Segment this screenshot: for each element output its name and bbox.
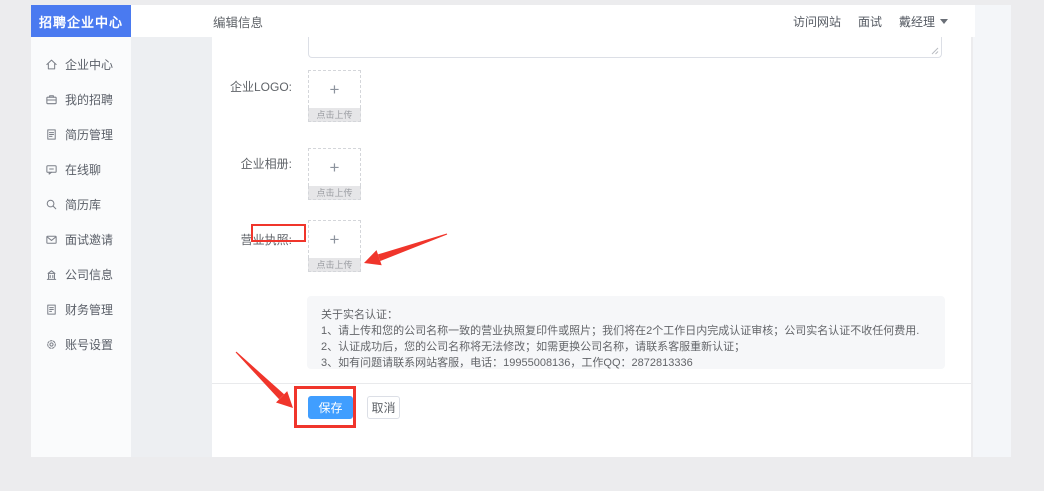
page: 招聘企业中心 编辑信息 访问网站 面试 戴经理 企业中心 我的招聘 简历管理 在…	[0, 0, 1044, 491]
search-icon	[45, 198, 58, 211]
home-icon	[45, 58, 58, 71]
finance-icon	[45, 303, 58, 316]
sidebar-item-label: 财务管理	[65, 301, 113, 318]
realname-notice: 关于实名认证： 1、请上传和您的公司名称一致的营业执照复印件或照片；我们将在2个…	[307, 296, 945, 369]
sidebar-item-label: 简历库	[65, 196, 101, 213]
notice-line-3: 3、如有问题请联系网站客服，电话：19955008136，工作QQ：287281…	[321, 355, 931, 371]
visit-site-link[interactable]: 访问网站	[793, 13, 841, 30]
upload-button-label: 点击上传	[308, 186, 361, 200]
briefcase-icon	[45, 93, 58, 106]
resume-icon	[45, 128, 58, 141]
plus-icon: +	[330, 231, 340, 248]
content-gap-column	[131, 37, 212, 457]
topbar-actions: 访问网站 面试 戴经理	[793, 5, 948, 37]
upload-dropzone: +	[308, 70, 361, 108]
sidebar-item-company-info[interactable]: 公司信息	[31, 264, 131, 284]
field-label-logo: 企业LOGO:	[210, 78, 292, 95]
upload-button-label: 点击上传	[308, 258, 361, 272]
upload-button-label: 点击上传	[308, 108, 361, 122]
sidebar-item-label: 在线聊	[65, 161, 101, 178]
interview-link[interactable]: 面试	[858, 13, 882, 30]
mail-icon	[45, 233, 58, 246]
sidebar-item-label: 面试邀请	[65, 231, 113, 248]
main-content: 企业LOGO: + 点击上传 企业相册: + 点击上传 营业执照: + 点击上传…	[212, 37, 971, 457]
plus-icon: +	[330, 159, 340, 176]
sidebar-item-label: 我的招聘	[65, 91, 113, 108]
right-background-strip	[973, 5, 1011, 457]
album-upload[interactable]: + 点击上传	[308, 148, 361, 200]
upload-dropzone: +	[308, 148, 361, 186]
logo-upload[interactable]: + 点击上传	[308, 70, 361, 122]
sidebar-item-label: 企业中心	[65, 56, 113, 73]
footer-divider	[212, 383, 971, 384]
chat-icon	[45, 163, 58, 176]
field-label-album: 企业相册:	[210, 155, 292, 172]
sidebar-item-label: 公司信息	[65, 266, 113, 283]
upload-dropzone: +	[308, 220, 361, 258]
sidebar-item-enterprise-center[interactable]: 企业中心	[31, 54, 131, 74]
sidebar-item-account-settings[interactable]: 账号设置	[31, 334, 131, 354]
sidebar-item-interview-invite[interactable]: 面试邀请	[31, 229, 131, 249]
description-textarea[interactable]	[308, 37, 942, 58]
sidebar-item-resume-library[interactable]: 简历库	[31, 194, 131, 214]
sidebar-item-label: 账号设置	[65, 336, 113, 353]
sidebar-item-label: 简历管理	[65, 126, 113, 143]
topbar: 招聘企业中心 编辑信息 访问网站 面试 戴经理	[31, 5, 975, 37]
sidebar-item-my-recruitment[interactable]: 我的招聘	[31, 89, 131, 109]
building-icon	[45, 268, 58, 281]
user-name: 戴经理	[899, 13, 935, 30]
notice-line-2: 2、认证成功后，您的公司名称将无法修改；如需更换公司名称，请联系客服重新认证；	[321, 339, 931, 355]
sidebar: 企业中心 我的招聘 简历管理 在线聊 简历库 面试邀请 公司信息 财务管理	[31, 37, 131, 457]
brand-logo: 招聘企业中心	[31, 5, 131, 37]
field-label-license: 营业执照:	[210, 231, 292, 248]
sidebar-item-resume-management[interactable]: 简历管理	[31, 124, 131, 144]
chevron-down-icon	[940, 19, 948, 24]
save-button[interactable]: 保存	[308, 396, 353, 419]
plus-icon: +	[330, 81, 340, 98]
page-title: 编辑信息	[213, 5, 263, 37]
license-upload[interactable]: + 点击上传	[308, 220, 361, 272]
gear-icon	[45, 338, 58, 351]
cancel-button[interactable]: 取消	[367, 396, 400, 419]
sidebar-item-online-chat[interactable]: 在线聊	[31, 159, 131, 179]
user-menu[interactable]: 戴经理	[899, 13, 948, 30]
resize-grip-icon	[930, 46, 939, 55]
notice-line-1: 1、请上传和您的公司名称一致的营业执照复印件或照片；我们将在2个工作日内完成认证…	[321, 323, 931, 339]
sidebar-item-finance-management[interactable]: 财务管理	[31, 299, 131, 319]
notice-title: 关于实名认证：	[321, 307, 931, 323]
